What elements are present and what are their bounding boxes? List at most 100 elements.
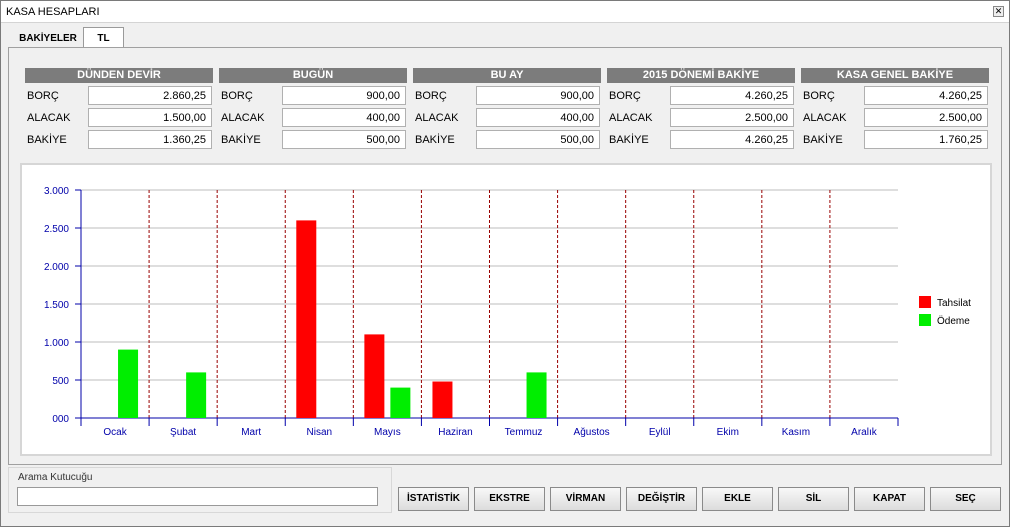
y-tick-label: 2.000 bbox=[44, 262, 69, 273]
summary-row-alacak: ALACAK 400,00 bbox=[413, 105, 601, 127]
bar-ödeme bbox=[118, 349, 139, 418]
value-field[interactable]: 500,00 bbox=[282, 130, 406, 149]
summary-header: BUGÜN bbox=[219, 68, 407, 83]
value-field[interactable]: 4.260,25 bbox=[864, 86, 988, 105]
summary-row-borc: BORÇ 4.260,25 bbox=[607, 83, 795, 105]
virman-button[interactable]: VİRMAN bbox=[550, 487, 621, 511]
legend-label: Ödeme bbox=[937, 315, 970, 327]
summary-header: KASA GENEL BAKİYE bbox=[801, 68, 989, 83]
search-label: Arama Kutucuğu bbox=[18, 472, 93, 483]
sec-button[interactable]: SEÇ bbox=[930, 487, 1001, 511]
legend-label: Tahsilat bbox=[937, 298, 971, 309]
x-tick-label: Mart bbox=[241, 427, 261, 438]
bar-ödeme bbox=[390, 387, 411, 418]
value-field[interactable]: 2.500,00 bbox=[670, 108, 794, 127]
summary-block-dunden-devir: DÜNDEN DEVİR BORÇ 2.860,25 ALACAK 1.500,00… bbox=[25, 68, 213, 149]
bar-ödeme bbox=[186, 372, 207, 418]
search-input[interactable] bbox=[17, 487, 378, 506]
legend-swatch bbox=[919, 296, 931, 308]
x-tick-label: Mayıs bbox=[374, 427, 401, 438]
x-tick-label: Ocak bbox=[103, 427, 127, 438]
bar-tahsilat bbox=[432, 381, 453, 418]
legend-swatch bbox=[919, 314, 931, 326]
row-label: ALACAK bbox=[27, 112, 71, 124]
value-field[interactable]: 400,00 bbox=[282, 108, 406, 127]
ekstre-button[interactable]: EKSTRE bbox=[474, 487, 545, 511]
row-label: BORÇ bbox=[609, 90, 641, 102]
summary-row-alacak: ALACAK 400,00 bbox=[219, 105, 407, 127]
summary-block-kasa-genel-bakiye: KASA GENEL BAKİYE BORÇ 4.260,25 ALACAK 2.5… bbox=[801, 68, 989, 149]
value-field[interactable]: 4.260,25 bbox=[670, 130, 794, 149]
kapat-button[interactable]: KAPAT bbox=[854, 487, 925, 511]
summary-row-borc: BORÇ 900,00 bbox=[413, 83, 601, 105]
row-label: BAKİYE bbox=[27, 134, 67, 146]
y-tick-label: 3.000 bbox=[44, 186, 69, 197]
value-field[interactable]: 1.500,00 bbox=[88, 108, 212, 127]
x-tick-label: Eylül bbox=[649, 427, 671, 438]
row-label: ALACAK bbox=[221, 112, 265, 124]
tab-panel: DÜNDEN DEVİR BORÇ 2.860,25 ALACAK 1.500,00… bbox=[8, 47, 1002, 465]
value-field[interactable]: 900,00 bbox=[476, 86, 600, 105]
row-label: BORÇ bbox=[27, 90, 59, 102]
value-field[interactable]: 400,00 bbox=[476, 108, 600, 127]
tab-bakiyeler[interactable]: BAKİYELER bbox=[13, 28, 83, 48]
y-tick-label: 1.000 bbox=[44, 338, 69, 349]
summary-row-alacak: ALACAK 2.500,00 bbox=[607, 105, 795, 127]
bar-tahsilat bbox=[364, 334, 385, 418]
value-field[interactable]: 900,00 bbox=[282, 86, 406, 105]
row-label: BAKİYE bbox=[221, 134, 261, 146]
row-label: BORÇ bbox=[415, 90, 447, 102]
summary-row-bakiye: BAKİYE 4.260,25 bbox=[607, 127, 795, 149]
row-label: ALACAK bbox=[803, 112, 847, 124]
summary-block-bu-ay: BU AY BORÇ 900,00 ALACAK 400,00 BAKİYE 500,… bbox=[413, 68, 601, 149]
value-field[interactable]: 2.500,00 bbox=[864, 108, 988, 127]
value-field[interactable]: 500,00 bbox=[476, 130, 600, 149]
summary-block-bugun: BUGÜN BORÇ 900,00 ALACAK 400,00 BAKİYE 500,… bbox=[219, 68, 407, 149]
summary-header: BU AY bbox=[413, 68, 601, 83]
y-tick-label: 1.500 bbox=[44, 300, 69, 311]
summary-header: DÜNDEN DEVİR bbox=[25, 68, 213, 83]
istatistik-button[interactable]: İSTATİSTİK bbox=[398, 487, 469, 511]
value-field[interactable]: 4.260,25 bbox=[670, 86, 794, 105]
summary-row-borc: BORÇ 4.260,25 bbox=[801, 83, 989, 105]
row-label: BORÇ bbox=[803, 90, 835, 102]
sil-button[interactable]: SİL bbox=[778, 487, 849, 511]
chart-svg: 000 500 1.000 1.500 2.000 2.500 3.000 Ocak Şubat… bbox=[44, 186, 971, 438]
summary-header: 2015 DÖNEMİ BAKİYE bbox=[607, 68, 795, 83]
y-tick-label: 500 bbox=[52, 376, 69, 387]
summary-row-bakiye: BAKİYE 1.760,25 bbox=[801, 127, 989, 149]
summary-row-bakiye: BAKİYE 500,00 bbox=[413, 127, 601, 149]
ekle-button[interactable]: EKLE bbox=[702, 487, 773, 511]
x-tick-label: Kasım bbox=[782, 427, 810, 438]
x-tick-label: Haziran bbox=[438, 427, 472, 438]
y-tick-label: 000 bbox=[52, 414, 69, 425]
tab-tl[interactable]: TL bbox=[83, 27, 124, 48]
kasa-hesaplari-window: KASA HESAPLARI ✕ BAKİYELER TL DÜNDEN DEV… bbox=[0, 0, 1010, 527]
summary-block-donem-bakiye: 2015 DÖNEMİ BAKİYE BORÇ 4.260,25 ALACAK 2.… bbox=[607, 68, 795, 149]
row-label: ALACAK bbox=[609, 112, 653, 124]
value-field[interactable]: 1.360,25 bbox=[88, 130, 212, 149]
summary-row-borc: BORÇ 900,00 bbox=[219, 83, 407, 105]
window-title: KASA HESAPLARI bbox=[6, 6, 100, 18]
value-field[interactable]: 2.860,25 bbox=[88, 86, 212, 105]
title-bar: KASA HESAPLARI ✕ bbox=[1, 1, 1009, 23]
summary-row-alacak: ALACAK 1.500,00 bbox=[25, 105, 213, 127]
row-label: BORÇ bbox=[221, 90, 253, 102]
x-tick-label: Nisan bbox=[307, 427, 333, 438]
x-tick-label: Ekim bbox=[717, 427, 739, 438]
summary-row-bakiye: BAKİYE 500,00 bbox=[219, 127, 407, 149]
row-label: BAKİYE bbox=[609, 134, 649, 146]
x-tick-label: Temmuz bbox=[505, 427, 543, 438]
degistir-button[interactable]: DEĞİŞTİR bbox=[626, 487, 697, 511]
row-label: BAKİYE bbox=[803, 134, 843, 146]
x-tick-label: Ağustos bbox=[574, 427, 610, 438]
summary-row-alacak: ALACAK 2.500,00 bbox=[801, 105, 989, 127]
row-label: ALACAK bbox=[415, 112, 459, 124]
close-icon[interactable]: ✕ bbox=[993, 6, 1004, 17]
row-label: BAKİYE bbox=[415, 134, 455, 146]
value-field[interactable]: 1.760,25 bbox=[864, 130, 988, 149]
x-tick-label: Aralık bbox=[851, 427, 878, 438]
bar-tahsilat bbox=[296, 220, 317, 418]
y-tick-label: 2.500 bbox=[44, 224, 69, 235]
summary-row-borc: BORÇ 2.860,25 bbox=[25, 83, 213, 105]
